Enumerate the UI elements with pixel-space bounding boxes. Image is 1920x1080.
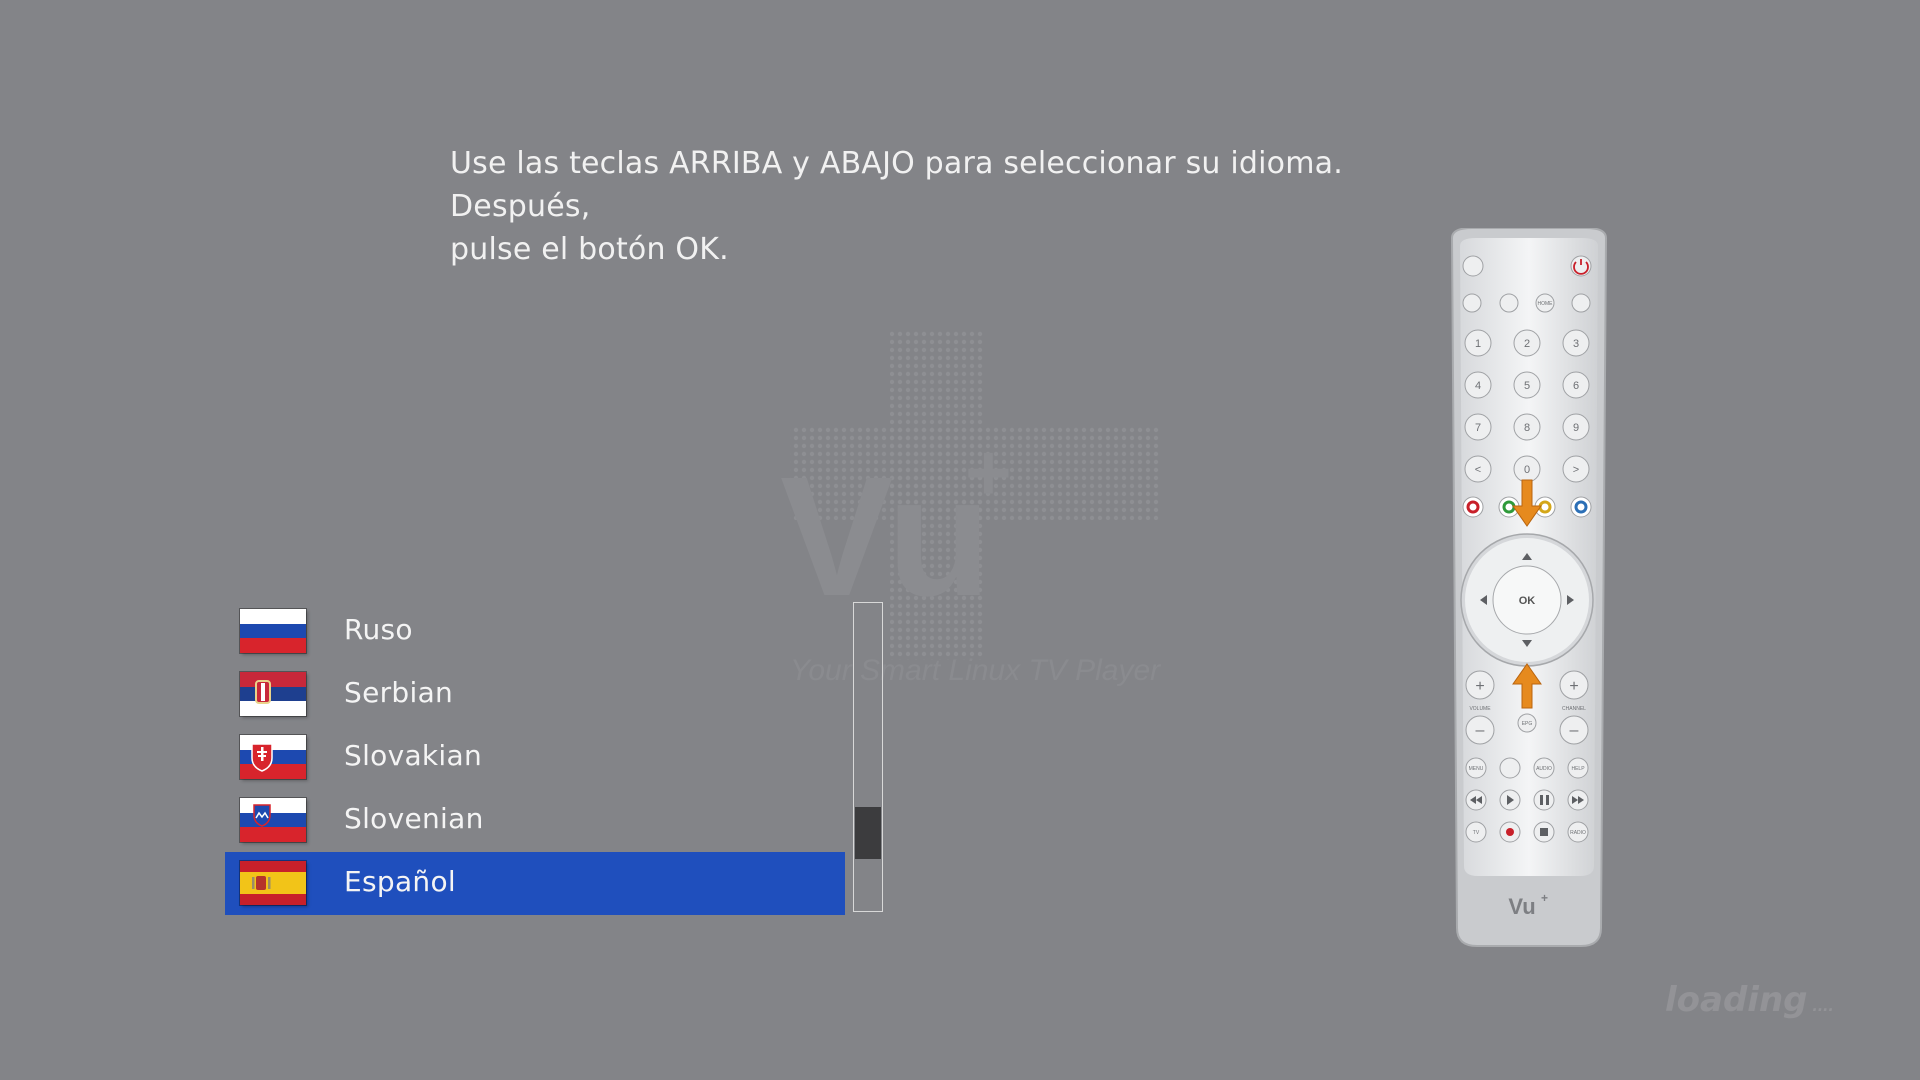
svg-text:<: < bbox=[1475, 464, 1481, 476]
remote-channel-label: CHANNEL bbox=[1562, 706, 1586, 712]
language-item-espanol[interactable]: Español bbox=[225, 852, 845, 915]
russia-flag-icon bbox=[240, 609, 306, 653]
svg-text:+: + bbox=[1475, 678, 1484, 695]
svg-text:>: > bbox=[1573, 464, 1579, 476]
svg-text:–: – bbox=[1570, 722, 1579, 739]
instruction-line-1: Use las teclas ARRIBA y ABAJO para selec… bbox=[450, 146, 1343, 224]
remote-red-key bbox=[1462, 496, 1484, 518]
spain-flag-icon bbox=[240, 861, 306, 905]
svg-text:–: – bbox=[1476, 722, 1485, 739]
remote-blue-key bbox=[1570, 496, 1592, 518]
loading-text: loading bbox=[1665, 980, 1808, 1020]
remote-key-6: 6 bbox=[1573, 380, 1579, 392]
remote-epg-label: EPG bbox=[1522, 721, 1533, 727]
remote-key-9: 9 bbox=[1573, 422, 1579, 434]
remote-key-0: 0 bbox=[1524, 464, 1530, 476]
loading-indicator: loading .... bbox=[1665, 980, 1834, 1020]
language-item-slovakian[interactable]: Slovakian bbox=[225, 726, 845, 789]
remote-key-5: 5 bbox=[1524, 380, 1530, 392]
language-label: Español bbox=[344, 865, 456, 898]
remote-audio-label: AUDIO bbox=[1536, 766, 1552, 772]
remote-radio-label: RADIO bbox=[1570, 830, 1586, 836]
remote-key-8: 8 bbox=[1524, 422, 1530, 434]
remote-home-label: HOME bbox=[1538, 301, 1554, 307]
remote-key-7: 7 bbox=[1475, 422, 1481, 434]
remote-volume-label: VOLUME bbox=[1469, 706, 1491, 712]
remote-key-3: 3 bbox=[1573, 338, 1579, 350]
language-item-slovenian[interactable]: Slovenian bbox=[225, 789, 845, 852]
remote-menu-label: MENU bbox=[1469, 766, 1484, 772]
remote-key-4: 4 bbox=[1475, 380, 1481, 392]
slovakia-flag-icon bbox=[240, 735, 306, 779]
language-list[interactable]: Ruso Serbian Slovakian Slovenian Español bbox=[225, 600, 845, 915]
remote-help-label: HELP bbox=[1571, 766, 1585, 772]
remote-control-image: 1 2 3 4 5 6 7 8 9 0 < > OK + + – – VOLUM… bbox=[1450, 228, 1608, 947]
remote-ok-label: OK bbox=[1519, 595, 1536, 607]
svg-text:+: + bbox=[1541, 891, 1548, 905]
language-label: Slovakian bbox=[344, 739, 483, 772]
language-label: Slovenian bbox=[344, 802, 484, 835]
instruction-text: Use las teclas ARRIBA y ABAJO para selec… bbox=[450, 142, 1440, 271]
remote-key-1: 1 bbox=[1475, 338, 1481, 350]
serbia-flag-icon bbox=[240, 672, 306, 716]
svg-text:+: + bbox=[965, 428, 1012, 517]
slovenia-flag-icon bbox=[240, 798, 306, 842]
language-scrollbar[interactable] bbox=[853, 602, 883, 912]
svg-text:+: + bbox=[1569, 678, 1578, 695]
language-item-ruso[interactable]: Ruso bbox=[225, 600, 845, 663]
watermark-tagline: Your Smart Linux TV Player bbox=[790, 654, 1161, 687]
language-label: Ruso bbox=[344, 613, 413, 646]
remote-brand-logo: Vu bbox=[1508, 894, 1535, 919]
instruction-line-2: pulse el botón OK. bbox=[450, 232, 729, 267]
remote-tv-label: TV bbox=[1473, 830, 1480, 836]
language-label: Serbian bbox=[344, 676, 454, 709]
scrollbar-thumb[interactable] bbox=[855, 807, 881, 859]
language-item-serbian[interactable]: Serbian bbox=[225, 663, 845, 726]
remote-key-2: 2 bbox=[1524, 338, 1530, 350]
